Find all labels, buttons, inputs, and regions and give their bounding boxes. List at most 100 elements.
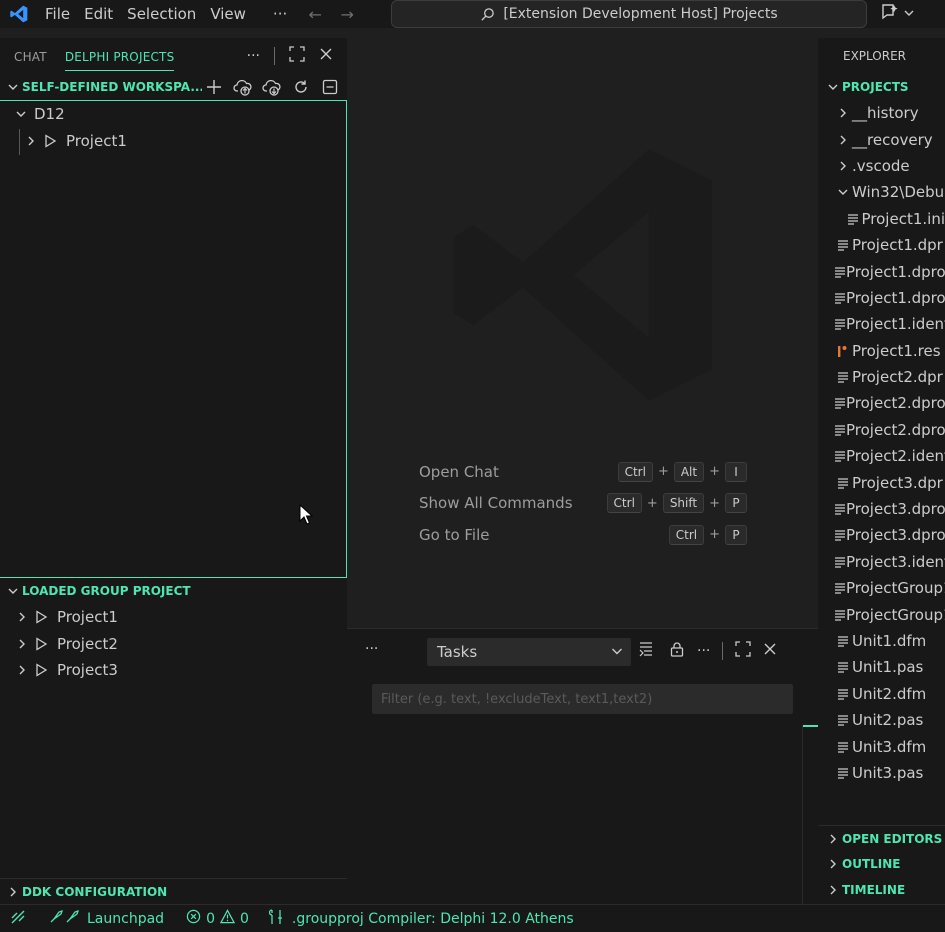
file-item[interactable]: Project2.identcache xyxy=(818,443,945,469)
file-item[interactable]: Project2.dpr xyxy=(818,364,945,390)
file-label: Unit2.dfm xyxy=(852,684,927,703)
file-project1-ini[interactable]: Project1.ini xyxy=(818,206,945,232)
file-item[interactable]: Project3.dproj xyxy=(818,496,945,522)
file-item[interactable]: Unit2.dfm xyxy=(818,681,945,707)
refresh-icon[interactable] xyxy=(289,76,312,98)
cloud-upload-icon[interactable] xyxy=(231,76,254,98)
divider xyxy=(722,642,724,660)
shortcut-show-all-commands[interactable]: Show All Commands Ctrl + Shift + P xyxy=(419,488,747,520)
remote-indicator[interactable] xyxy=(0,909,40,929)
file-lines-icon xyxy=(834,266,846,278)
section-title: OPEN EDITORS xyxy=(842,831,943,846)
tree-item-project3[interactable]: Project3 xyxy=(0,657,347,684)
file-item[interactable]: Project3.identcache xyxy=(818,549,945,575)
file-label: ProjectGroup1.groupproj.local xyxy=(846,605,945,624)
folder-vscode[interactable]: .vscode xyxy=(818,153,945,179)
file-item[interactable]: Project2.dproj.local xyxy=(818,417,945,443)
command-center-search[interactable]: [Extension Development Host] Projects xyxy=(391,0,867,28)
file-label: Unit2.pas xyxy=(852,711,924,730)
launchpad-status[interactable]: Launchpad xyxy=(40,909,172,929)
panel-more-button[interactable]: ··· xyxy=(365,641,378,657)
menu-edit[interactable]: Edit xyxy=(77,0,120,28)
copilot-button[interactable] xyxy=(880,3,914,25)
tree-item-project2[interactable]: Project2 xyxy=(0,631,347,658)
tree-item-d12[interactable]: D12 xyxy=(0,101,346,128)
section-timeline[interactable]: TIMELINE xyxy=(818,877,945,903)
close-icon[interactable] xyxy=(763,642,777,660)
section-self-defined-workspace[interactable]: SELF-DEFINED WORKSPA... xyxy=(0,74,347,100)
output-channel-select[interactable]: Tasks xyxy=(427,638,631,666)
file-lines-icon xyxy=(834,741,852,753)
section-ddk-configuration[interactable]: DDK CONFIGURATION xyxy=(0,878,347,904)
file-item[interactable]: ProjectGroup1.groupproj.local xyxy=(818,601,945,627)
back-arrow-icon[interactable]: ← xyxy=(299,5,331,24)
run-icon[interactable] xyxy=(31,637,51,651)
file-item[interactable]: Unit1.pas xyxy=(818,654,945,680)
loaded-group-tree: Project1 Project2 Project3 xyxy=(0,604,347,684)
maximize-icon[interactable] xyxy=(289,46,305,66)
tree-item-project1[interactable]: Project1 xyxy=(0,128,346,155)
lock-icon[interactable] xyxy=(669,641,685,661)
indent-guide xyxy=(19,129,20,155)
file-item[interactable]: Unit2.pas xyxy=(818,707,945,733)
copilot-icon xyxy=(880,3,900,25)
file-lines-icon xyxy=(834,767,852,779)
file-label: ProjectGroup1.groupproj xyxy=(846,579,945,598)
editor-area: Open Chat Ctrl + Alt + I Show All Commands… xyxy=(347,38,818,628)
file-item[interactable]: Unit3.dfm xyxy=(818,733,945,759)
section-projects[interactable]: PROJECTS xyxy=(818,74,945,100)
chevron-down-icon xyxy=(12,108,30,120)
section-outline[interactable]: OUTLINE xyxy=(818,851,945,877)
menu-view[interactable]: View xyxy=(203,0,253,28)
section-open-editors[interactable]: OPEN EDITORS xyxy=(818,825,945,851)
maximize-icon[interactable] xyxy=(735,641,752,661)
menu-selection[interactable]: Selection xyxy=(120,0,203,28)
menu-more-button[interactable]: ··· xyxy=(253,0,299,28)
menu-file[interactable]: File xyxy=(38,0,77,28)
shortcut-open-chat[interactable]: Open Chat Ctrl + Alt + I xyxy=(419,456,747,488)
divider xyxy=(274,47,275,65)
problems-status[interactable]: 0 0 xyxy=(172,909,257,928)
tab-delphi-projects[interactable]: DELPHI PROJECTS xyxy=(64,42,175,71)
panel-actions-more-icon[interactable]: ··· xyxy=(697,643,710,659)
run-icon[interactable] xyxy=(31,663,51,677)
clear-output-icon[interactable] xyxy=(639,641,657,661)
close-icon[interactable] xyxy=(319,47,333,65)
chevron-right-icon xyxy=(834,107,852,119)
folder-win32-debug[interactable]: Win32\Debu xyxy=(818,179,945,205)
folder-recovery[interactable]: __recovery xyxy=(818,126,945,152)
run-icon[interactable] xyxy=(40,134,60,148)
file-item[interactable]: Project3.dpr xyxy=(818,469,945,495)
panel-scrollbar[interactable] xyxy=(802,725,819,905)
filter-input[interactable]: Filter (e.g. text, !excludeText, text1,t… xyxy=(372,684,793,714)
warning-count: 0 xyxy=(239,910,249,927)
folder-history[interactable]: __history xyxy=(818,100,945,126)
file-item[interactable]: ProjectGroup1.groupproj xyxy=(818,575,945,601)
cloud-download-icon[interactable] xyxy=(260,76,283,98)
run-icon[interactable] xyxy=(31,610,51,624)
file-item[interactable]: Unit1.dfm xyxy=(818,628,945,654)
file-item[interactable]: Project1.dproj.local xyxy=(818,285,945,311)
file-label: Project3.dproj xyxy=(846,500,945,519)
file-item[interactable]: Unit3.pas xyxy=(818,760,945,786)
mouse-cursor-icon xyxy=(299,503,314,530)
tree-item-project1[interactable]: Project1 xyxy=(0,604,347,631)
file-lines-icon xyxy=(834,239,852,251)
tab-chat[interactable]: CHAT xyxy=(14,42,47,70)
views-more-button[interactable]: ··· xyxy=(247,48,260,64)
file-item[interactable]: Project2.dproj xyxy=(818,390,945,416)
keybinding: Ctrl + Alt + I xyxy=(617,461,747,482)
file-lines-icon xyxy=(834,582,846,594)
file-label: Project2.identcache xyxy=(846,447,945,466)
file-item[interactable]: Project3.dproj.local xyxy=(818,522,945,548)
compiler-status[interactable]: .groupproj Compiler: Delphi 12.0 Athens xyxy=(257,908,582,929)
add-icon[interactable] xyxy=(202,76,225,98)
collapse-all-icon[interactable] xyxy=(318,76,341,98)
section-loaded-group-project[interactable]: LOADED GROUP PROJECT xyxy=(0,578,347,604)
file-item[interactable]: Project1.dpr xyxy=(818,232,945,258)
file-item[interactable]: Project1.identcache xyxy=(818,311,945,337)
file-item[interactable]: Project1.res xyxy=(818,338,945,364)
shortcut-go-to-file[interactable]: Go to File Ctrl + P xyxy=(419,519,747,551)
file-item[interactable]: Project1.dproj xyxy=(818,258,945,284)
forward-arrow-icon[interactable]: → xyxy=(331,5,363,24)
